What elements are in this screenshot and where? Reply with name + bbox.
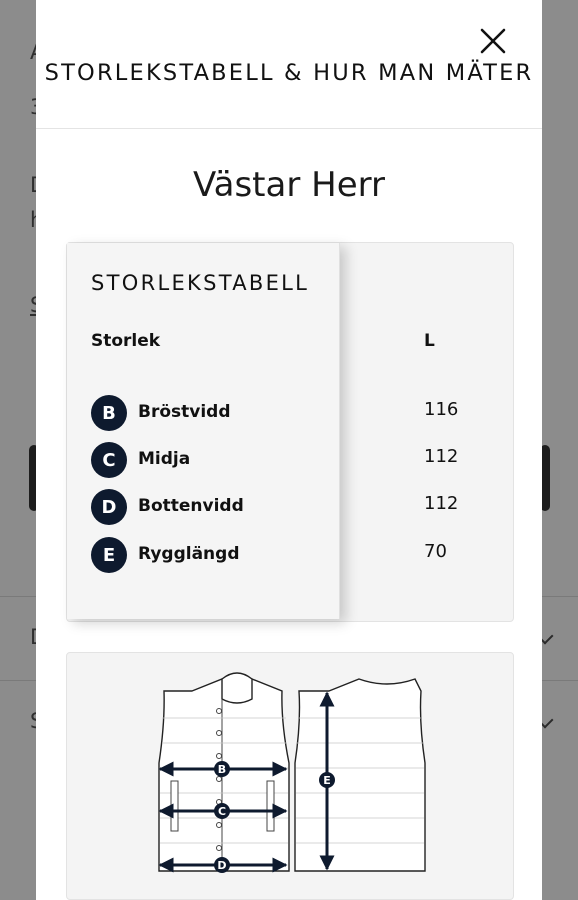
size-table-panel[interactable]: STORLEKSTABELL Storlek B Bröstvidd C Mid…: [66, 242, 514, 622]
measurement-badge: E: [91, 537, 127, 573]
measurement-row-waist: C Midja: [91, 442, 321, 478]
product-heading: Västar Herr: [193, 165, 385, 205]
measurement-value: 112: [424, 493, 459, 514]
vest-back-drawing: [294, 678, 426, 872]
measurement-label: Rygglängd: [138, 544, 240, 564]
measurement-value: 116: [424, 399, 459, 420]
size-guide-modal: STORLEKSTABELL & HUR MAN MÄTER Västar He…: [36, 0, 542, 900]
column-header-l: L: [424, 331, 435, 351]
vest-illustration-panel: B C D E: [66, 652, 514, 900]
measurement-label: Bröstvidd: [138, 402, 231, 422]
modal-title: STORLEKSTABELL & HUR MAN MÄTER: [44, 60, 534, 86]
size-table-title: STORLEKSTABELL: [91, 271, 310, 295]
marker-e-label: E: [323, 774, 331, 787]
measurement-value: 70: [424, 541, 447, 562]
measurement-row-hem: D Bottenvidd: [91, 489, 321, 525]
measurement-value: 112: [424, 446, 459, 467]
measurement-label: Bottenvidd: [138, 496, 244, 516]
close-icon: [480, 28, 506, 54]
measurement-label: Midja: [138, 449, 191, 469]
marker-c-label: C: [218, 805, 226, 818]
marker-d-label: D: [217, 859, 226, 872]
measurement-badge: D: [91, 489, 127, 525]
modal-header: STORLEKSTABELL & HUR MAN MÄTER: [36, 0, 542, 129]
measurement-row-back-length: E Rygglängd: [91, 537, 321, 573]
measurement-badge: B: [91, 395, 127, 431]
size-table-sticky-column: STORLEKSTABELL Storlek B Bröstvidd C Mid…: [67, 243, 340, 619]
column-header-size: Storlek: [91, 331, 161, 351]
close-button[interactable]: [476, 24, 510, 58]
measurement-badge: C: [91, 442, 127, 478]
vest-measurement-illustration: B C D E: [158, 672, 426, 873]
measurement-row-chest: B Bröstvidd: [91, 395, 321, 431]
marker-b-label: B: [218, 763, 226, 776]
